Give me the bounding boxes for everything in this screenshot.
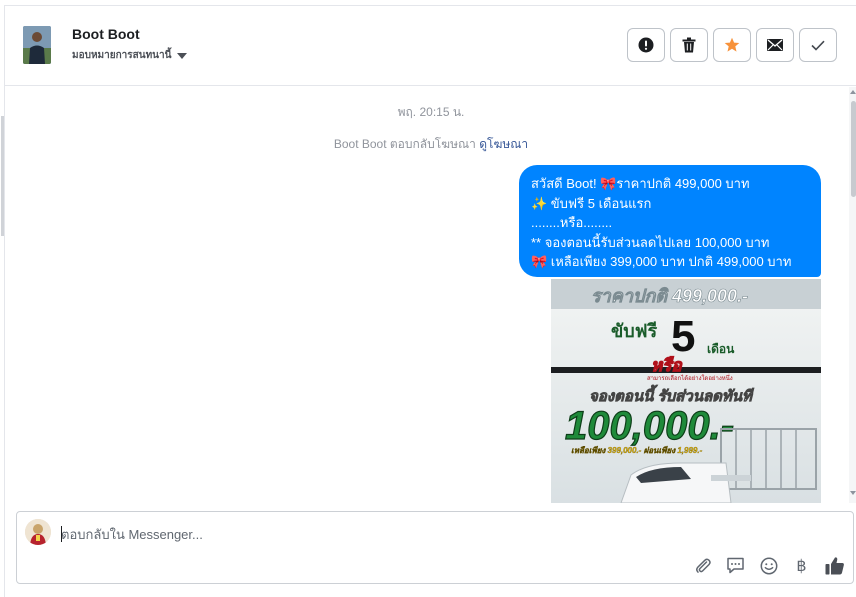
thread-scrollbar[interactable] (849, 87, 856, 503)
ad-or-subtitle: สามารถเลือกได้อย่างใดอย่างหนึ่ง (647, 374, 733, 382)
reply-input[interactable] (61, 520, 621, 548)
saved-replies-button[interactable] (725, 555, 746, 576)
trash-icon (682, 37, 696, 53)
ad-free-drive-number: 5 (671, 312, 695, 361)
conversation-header: Boot Boot มอบหมายการสนทนานี้ (5, 6, 856, 86)
scroll-up-arrow-icon[interactable] (850, 90, 856, 94)
ad-free-drive-prefix: ขับฟรี (611, 321, 657, 341)
ad-reply-notice: Boot Boot ตอบกลับโฆษณา ดูโฆษณา (5, 135, 856, 154)
message-line: สวัสดี Boot! 🎀ราคาปกติ 499,000 บาท (531, 176, 750, 191)
mark-spam-button[interactable] (627, 28, 665, 62)
check-icon (811, 40, 825, 51)
speech-bubble-icon (727, 557, 744, 573)
ad-discount-amount: 100,000.- (565, 404, 734, 448)
conversation-panel: Boot Boot มอบหมายการสนทนานี้ พฤ. 20:15 น… (1, 5, 856, 597)
mark-done-button[interactable] (799, 28, 837, 62)
star-icon (724, 37, 740, 52)
ad-remaining-price: เหลือเพียง 399,000.- ผ่อนเพียง 1,999.- (571, 446, 703, 455)
message-thread[interactable]: พฤ. 20:15 น. Boot Boot ตอบกลับโฆษณา ดูโฆ… (5, 87, 856, 503)
reply-composer: ฿ (16, 511, 854, 584)
composer-tools: ฿ (692, 555, 845, 576)
caret-down-icon (177, 52, 188, 59)
ad-reply-text: Boot Boot ตอบกลับโฆษณา (333, 137, 476, 151)
payment-button[interactable]: ฿ (791, 555, 812, 576)
text-cursor (61, 526, 62, 542)
message-line: ........หรือ........ (531, 215, 613, 230)
paperclip-icon (695, 558, 711, 573)
like-button[interactable] (824, 555, 845, 576)
thumbs-up-icon (825, 557, 844, 575)
outgoing-message-bubble[interactable]: สวัสดี Boot! 🎀ราคาปกติ 499,000 บาท ✨ ขับ… (519, 165, 821, 277)
star-button[interactable] (713, 28, 751, 62)
ad-or-label: หรือ (651, 356, 683, 375)
ad-book-now-line: จองตอนนี้ รับส่วนลดทันที (589, 384, 755, 405)
smiley-icon (760, 557, 777, 574)
scroll-down-arrow-icon[interactable] (850, 491, 856, 495)
ad-promo-image[interactable]: ราคาปกติ 499,000.- ขับฟรี 5 เดือน หรือ ส… (551, 279, 821, 503)
attach-file-button[interactable] (692, 555, 713, 576)
mark-unread-button[interactable] (756, 28, 794, 62)
header-actions (627, 28, 837, 62)
envelope-icon (767, 39, 783, 51)
ad-free-drive-suffix: เดือน (707, 342, 735, 356)
exclamation-circle-icon (638, 37, 654, 53)
message-timestamp: พฤ. 20:15 น. (397, 105, 465, 119)
scrollbar-thumb[interactable] (851, 101, 856, 197)
view-ad-link[interactable]: ดูโฆษณา (479, 137, 528, 151)
message-line: ** จองตอนนี้รับส่วนลดไปเลย 100,000 บาท (531, 234, 770, 250)
baht-icon: ฿ (796, 556, 807, 575)
message-line: ✨ ขับฟรี 5 เดือนแรก (531, 195, 652, 211)
assign-conversation-dropdown[interactable]: มอบหมายการสนทนานี้ (72, 48, 188, 63)
contact-name[interactable]: Boot Boot (72, 26, 140, 42)
message-line: 🎀 เหลือเพียง 399,000 บาท ปกติ 499,000 บา… (531, 254, 792, 269)
window-edge-divider (1, 116, 4, 236)
page-avatar (25, 519, 51, 545)
emoji-button[interactable] (758, 555, 779, 576)
assign-conversation-label: มอบหมายการสนทนานี้ (72, 50, 172, 61)
ad-regular-price: ราคาปกติ 499,000.- (591, 286, 748, 306)
delete-button[interactable] (670, 28, 708, 62)
contact-avatar[interactable] (23, 26, 51, 64)
